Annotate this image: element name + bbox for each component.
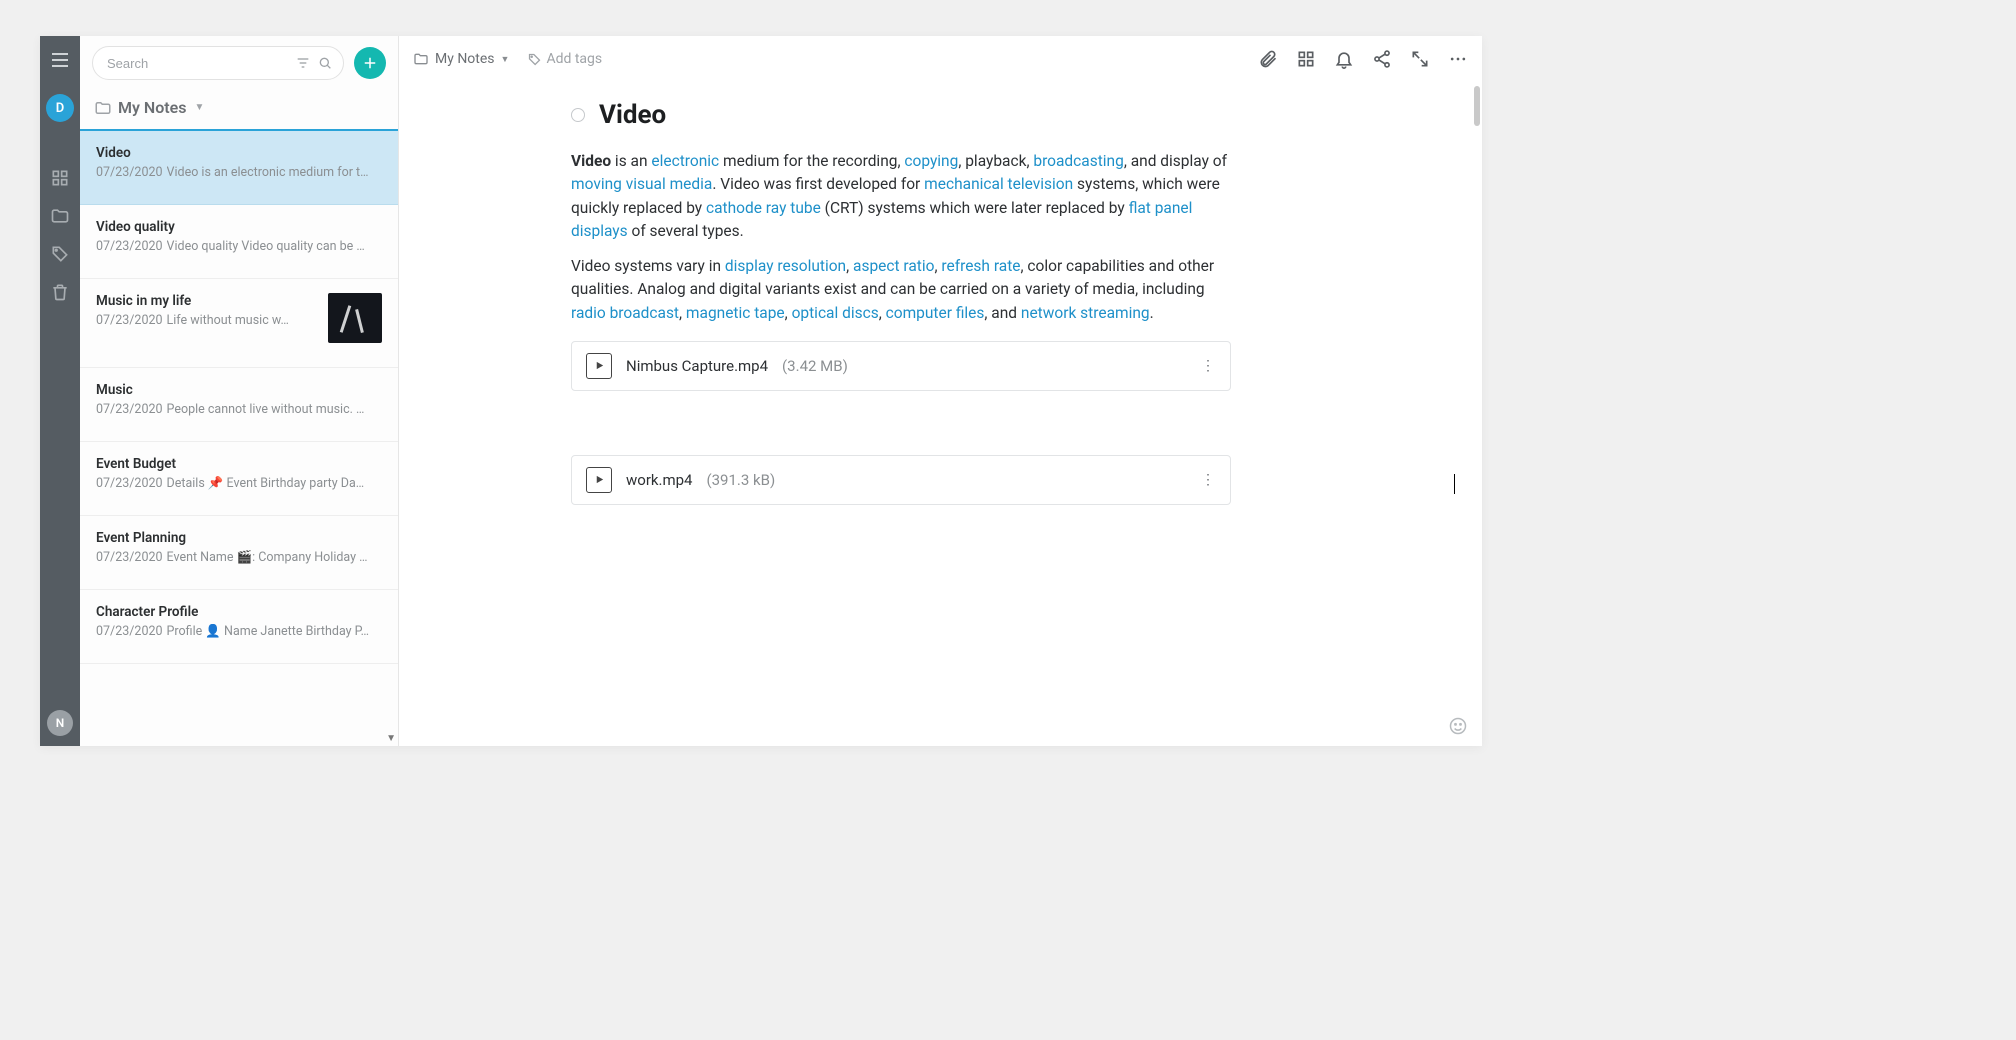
page-title[interactable]: Video xyxy=(599,100,666,130)
list-header xyxy=(80,36,398,90)
bell-icon[interactable] xyxy=(1334,49,1354,69)
scrollbar-thumb[interactable] xyxy=(1474,86,1480,126)
note-list-item[interactable]: Music in my life 07/23/2020Life without m… xyxy=(80,279,398,368)
note-item-meta: 07/23/2020Details 📌 Event Birthday party… xyxy=(96,476,382,491)
folder-icon xyxy=(94,99,112,117)
note-list-item[interactable]: Video 07/23/2020Video is an electronic me… xyxy=(80,129,398,205)
attachment-more-icon[interactable]: ⋮ xyxy=(1201,358,1216,374)
attachment-name: work.mp4 xyxy=(626,471,692,489)
note-item-title: Video quality xyxy=(96,219,382,235)
left-rail: D N xyxy=(40,36,80,746)
caret-down-icon: ▼ xyxy=(501,54,510,65)
workspace-avatar[interactable]: D xyxy=(46,94,74,122)
link[interactable]: computer files xyxy=(886,304,985,322)
link[interactable]: aspect ratio xyxy=(853,257,934,275)
note-list-item[interactable]: Character Profile 07/23/2020Profile 👤 Nam… xyxy=(80,590,398,664)
note-list-item[interactable]: Music 07/23/2020People cannot live withou… xyxy=(80,368,398,442)
note-item-meta: 07/23/2020Profile 👤 Name Janette Birthda… xyxy=(96,624,382,639)
attachment-name: Nimbus Capture.mp4 xyxy=(626,357,768,375)
note-item-meta: 07/23/2020Life without music w… xyxy=(96,313,318,328)
paragraph[interactable]: Video systems vary in display resolution… xyxy=(571,255,1231,325)
link[interactable]: magnetic tape xyxy=(686,304,785,322)
add-tags-label: Add tags xyxy=(546,51,602,67)
add-tags-button[interactable]: Add tags xyxy=(527,51,602,67)
breadcrumb[interactable]: My Notes ▼ xyxy=(413,51,509,67)
breadcrumb-label: My Notes xyxy=(435,51,495,67)
more-icon[interactable] xyxy=(1448,49,1468,69)
attachment-more-icon[interactable]: ⋮ xyxy=(1201,472,1216,488)
folder-icon[interactable] xyxy=(50,206,70,226)
note-item-title: Music in my life xyxy=(96,293,318,309)
note-item-meta: 07/23/2020People cannot live without mus… xyxy=(96,402,382,417)
apps-icon[interactable] xyxy=(50,168,70,188)
link[interactable]: network streaming xyxy=(1021,304,1150,322)
attachment-card[interactable]: Nimbus Capture.mp4 (3.42 MB) ⋮ xyxy=(571,341,1231,391)
grid-icon[interactable] xyxy=(1296,49,1316,69)
new-note-button[interactable] xyxy=(354,47,386,79)
note-item-title: Event Planning xyxy=(96,530,382,546)
share-icon[interactable] xyxy=(1372,49,1392,69)
attachment-icon[interactable] xyxy=(1258,49,1278,69)
note-item-meta: 07/23/2020Video quality Video quality ca… xyxy=(96,239,382,254)
hamburger-icon[interactable] xyxy=(48,48,72,72)
editor-panel: My Notes ▼ Add tags xyxy=(399,36,1482,746)
scroll-down-icon[interactable]: ▼ xyxy=(386,733,396,744)
tag-icon[interactable] xyxy=(50,244,70,264)
link[interactable]: display resolution xyxy=(725,257,846,275)
attachment-card[interactable]: work.mp4 (391.3 kB) ⋮ xyxy=(571,455,1231,505)
video-file-icon xyxy=(586,353,612,379)
note-item-title: Music xyxy=(96,382,382,398)
user-avatar[interactable]: N xyxy=(47,710,73,736)
emoji-icon[interactable] xyxy=(1448,716,1468,736)
search-box[interactable] xyxy=(92,46,344,80)
note-item-thumbnail xyxy=(328,293,382,343)
link[interactable]: optical discs xyxy=(792,304,879,322)
trash-icon[interactable] xyxy=(50,282,70,302)
link[interactable]: broadcasting xyxy=(1033,152,1123,170)
note-list-panel: My Notes ▼ Video 07/23/2020Video is an el… xyxy=(80,36,399,746)
filter-icon[interactable] xyxy=(295,55,311,71)
video-file-icon xyxy=(586,467,612,493)
attachment-size: (391.3 kB) xyxy=(706,471,775,489)
note-item-meta: 07/23/2020Video is an electronic medium … xyxy=(96,165,382,180)
expand-icon[interactable] xyxy=(1410,49,1430,69)
note-item-title: Event Budget xyxy=(96,456,382,472)
folder-icon xyxy=(413,51,429,67)
note-item-title: Video xyxy=(96,145,382,161)
note-list-item[interactable]: Event Planning 07/23/2020Event Name 🎬: Co… xyxy=(80,516,398,590)
caret-down-icon: ▼ xyxy=(195,102,205,113)
link[interactable]: electronic xyxy=(651,152,719,170)
note-list-item[interactable]: Video quality 07/23/2020Video quality Vid… xyxy=(80,205,398,279)
text-cursor xyxy=(1454,474,1455,494)
paragraph[interactable]: Video is an electronic medium for the re… xyxy=(571,150,1231,243)
note-item-title: Character Profile xyxy=(96,604,382,620)
link[interactable]: moving visual media xyxy=(571,175,712,193)
note-list-item[interactable]: Event Budget 07/23/2020Details 📌 Event Bi… xyxy=(80,442,398,516)
editor-toolbar: My Notes ▼ Add tags xyxy=(399,36,1482,82)
note-status-circle[interactable] xyxy=(571,108,585,122)
note-list[interactable]: Video 07/23/2020Video is an electronic me… xyxy=(80,129,398,746)
editor-body[interactable]: Video Video is an electronic medium for … xyxy=(399,82,1482,746)
list-folder-dropdown[interactable]: My Notes ▼ xyxy=(80,90,398,129)
link[interactable]: mechanical television xyxy=(924,175,1073,193)
link[interactable]: cathode ray tube xyxy=(706,199,821,217)
link[interactable]: radio broadcast xyxy=(571,304,679,322)
link[interactable]: copying xyxy=(904,152,958,170)
attachment-size: (3.42 MB) xyxy=(782,357,848,375)
note-item-meta: 07/23/2020Event Name 🎬: Company Holiday … xyxy=(96,550,382,565)
tag-icon xyxy=(527,52,542,67)
search-input[interactable] xyxy=(107,56,295,71)
app-frame: D N xyxy=(40,36,1482,746)
search-icon[interactable] xyxy=(317,55,333,71)
link[interactable]: refresh rate xyxy=(941,257,1020,275)
list-folder-label: My Notes xyxy=(118,98,187,117)
